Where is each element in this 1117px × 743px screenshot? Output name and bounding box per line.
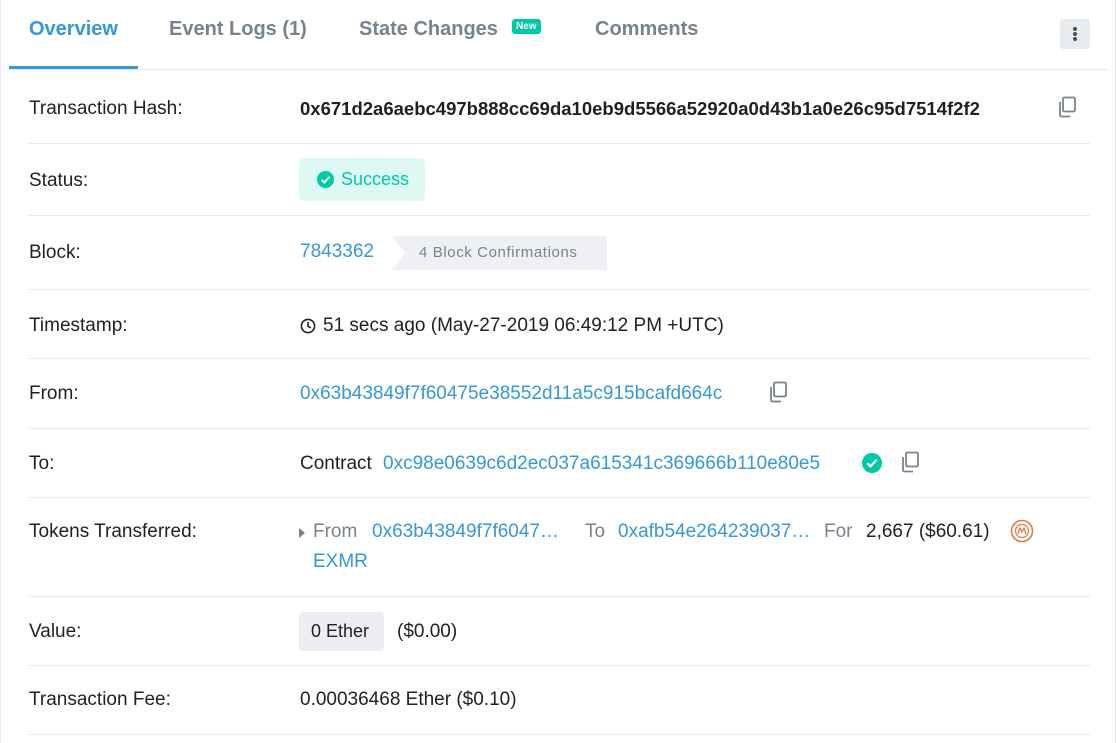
row-to: To: Contract 0xc98e0639c6d2ec037a615341c…: [28, 429, 1090, 498]
value-ether-amount: 0 Ether: [311, 621, 370, 641]
to-contract-prefix: Contract: [300, 453, 372, 474]
token-amount: 2,667 ($60.61): [866, 521, 990, 542]
token-to-address-link[interactable]: 0xafb54e264239037…: [618, 521, 810, 543]
status-label: Status:: [29, 170, 89, 191]
status-badge: Success: [299, 158, 425, 201]
block-confirmations-badge: 4 Block Confirmations: [391, 236, 607, 270]
row-transaction-fee: Transaction Fee: 0.00036468 Ether ($0.10…: [28, 666, 1090, 735]
token-to-label: To: [585, 521, 606, 542]
caret-right-icon: [299, 528, 305, 538]
exmr-token-icon: [1010, 519, 1034, 543]
transaction-fee-value: 0.00036468 Ether ($0.10): [300, 689, 517, 710]
transaction-hash-value: 0x671d2a6aebc497b888cc69da10eb9d5566a529…: [300, 98, 980, 119]
to-contract-address-link[interactable]: 0xc98e0639c6d2ec037a615341c369666b110e80…: [383, 453, 820, 475]
timestamp-label: Timestamp:: [29, 315, 128, 336]
row-transaction-hash: Transaction Hash: 0x671d2a6aebc497b888cc…: [28, 74, 1090, 144]
from-address-link[interactable]: 0x63b43849f7f60475e38552d11a5c915bcafd66…: [300, 383, 722, 405]
check-circle-icon: [317, 171, 334, 188]
from-label: From:: [29, 383, 79, 404]
tab-bar: Overview Event Logs (1) State Changes Ne…: [9, 0, 1109, 70]
transaction-fee-label: Transaction Fee:: [29, 689, 171, 710]
tab-event-logs[interactable]: Event Logs (1): [169, 18, 307, 41]
tab-comments[interactable]: Comments: [595, 18, 698, 41]
tab-state-changes[interactable]: State Changes: [359, 18, 498, 41]
copy-icon[interactable]: [900, 451, 920, 473]
timestamp-value: 51 secs ago (May-27-2019 06:49:12 PM +UT…: [323, 315, 724, 336]
to-label: To:: [29, 453, 55, 474]
token-for-label: For: [824, 521, 853, 542]
block-label: Block:: [29, 242, 81, 263]
active-tab-indicator: [9, 66, 138, 69]
value-ether-badge: 0 Ether: [299, 612, 384, 651]
clock-icon: [300, 318, 316, 334]
token-from-address-link[interactable]: 0x63b43849f7f6047…: [372, 521, 559, 543]
row-tokens-transferred: Tokens Transferred: From 0x63b43849f7f60…: [28, 498, 1090, 597]
row-value: Value: 0 Ether ($0.00): [28, 597, 1090, 666]
status-text: Success: [341, 169, 410, 189]
token-from-label: From: [313, 521, 358, 542]
row-timestamp: Timestamp: 51 secs ago (May-27-2019 06:4…: [28, 290, 1090, 359]
verified-contract-icon: [862, 453, 882, 473]
transaction-details-card: Overview Event Logs (1) State Changes Ne…: [0, 0, 1116, 743]
copy-icon[interactable]: [1057, 96, 1077, 118]
row-status: Status: Success: [28, 144, 1090, 216]
transaction-hash-label: Transaction Hash:: [29, 98, 183, 119]
copy-icon[interactable]: [768, 381, 788, 403]
tokens-transferred-label: Tokens Transferred:: [29, 521, 197, 542]
value-label: Value:: [29, 621, 82, 642]
row-from: From: 0x63b43849f7f60475e38552d11a5c915b…: [28, 359, 1090, 429]
block-number-link[interactable]: 7843362: [300, 241, 374, 263]
block-confirmations-text: 4 Block Confirmations: [419, 244, 578, 261]
tab-overview[interactable]: Overview: [29, 18, 118, 41]
row-block: Block: 7843362 4 Block Confirmations: [28, 216, 1090, 290]
value-usd: ($0.00): [397, 621, 458, 642]
token-name-link[interactable]: EXMR: [313, 551, 368, 573]
new-badge: New: [512, 19, 541, 34]
more-options-button[interactable]: [1060, 19, 1090, 49]
